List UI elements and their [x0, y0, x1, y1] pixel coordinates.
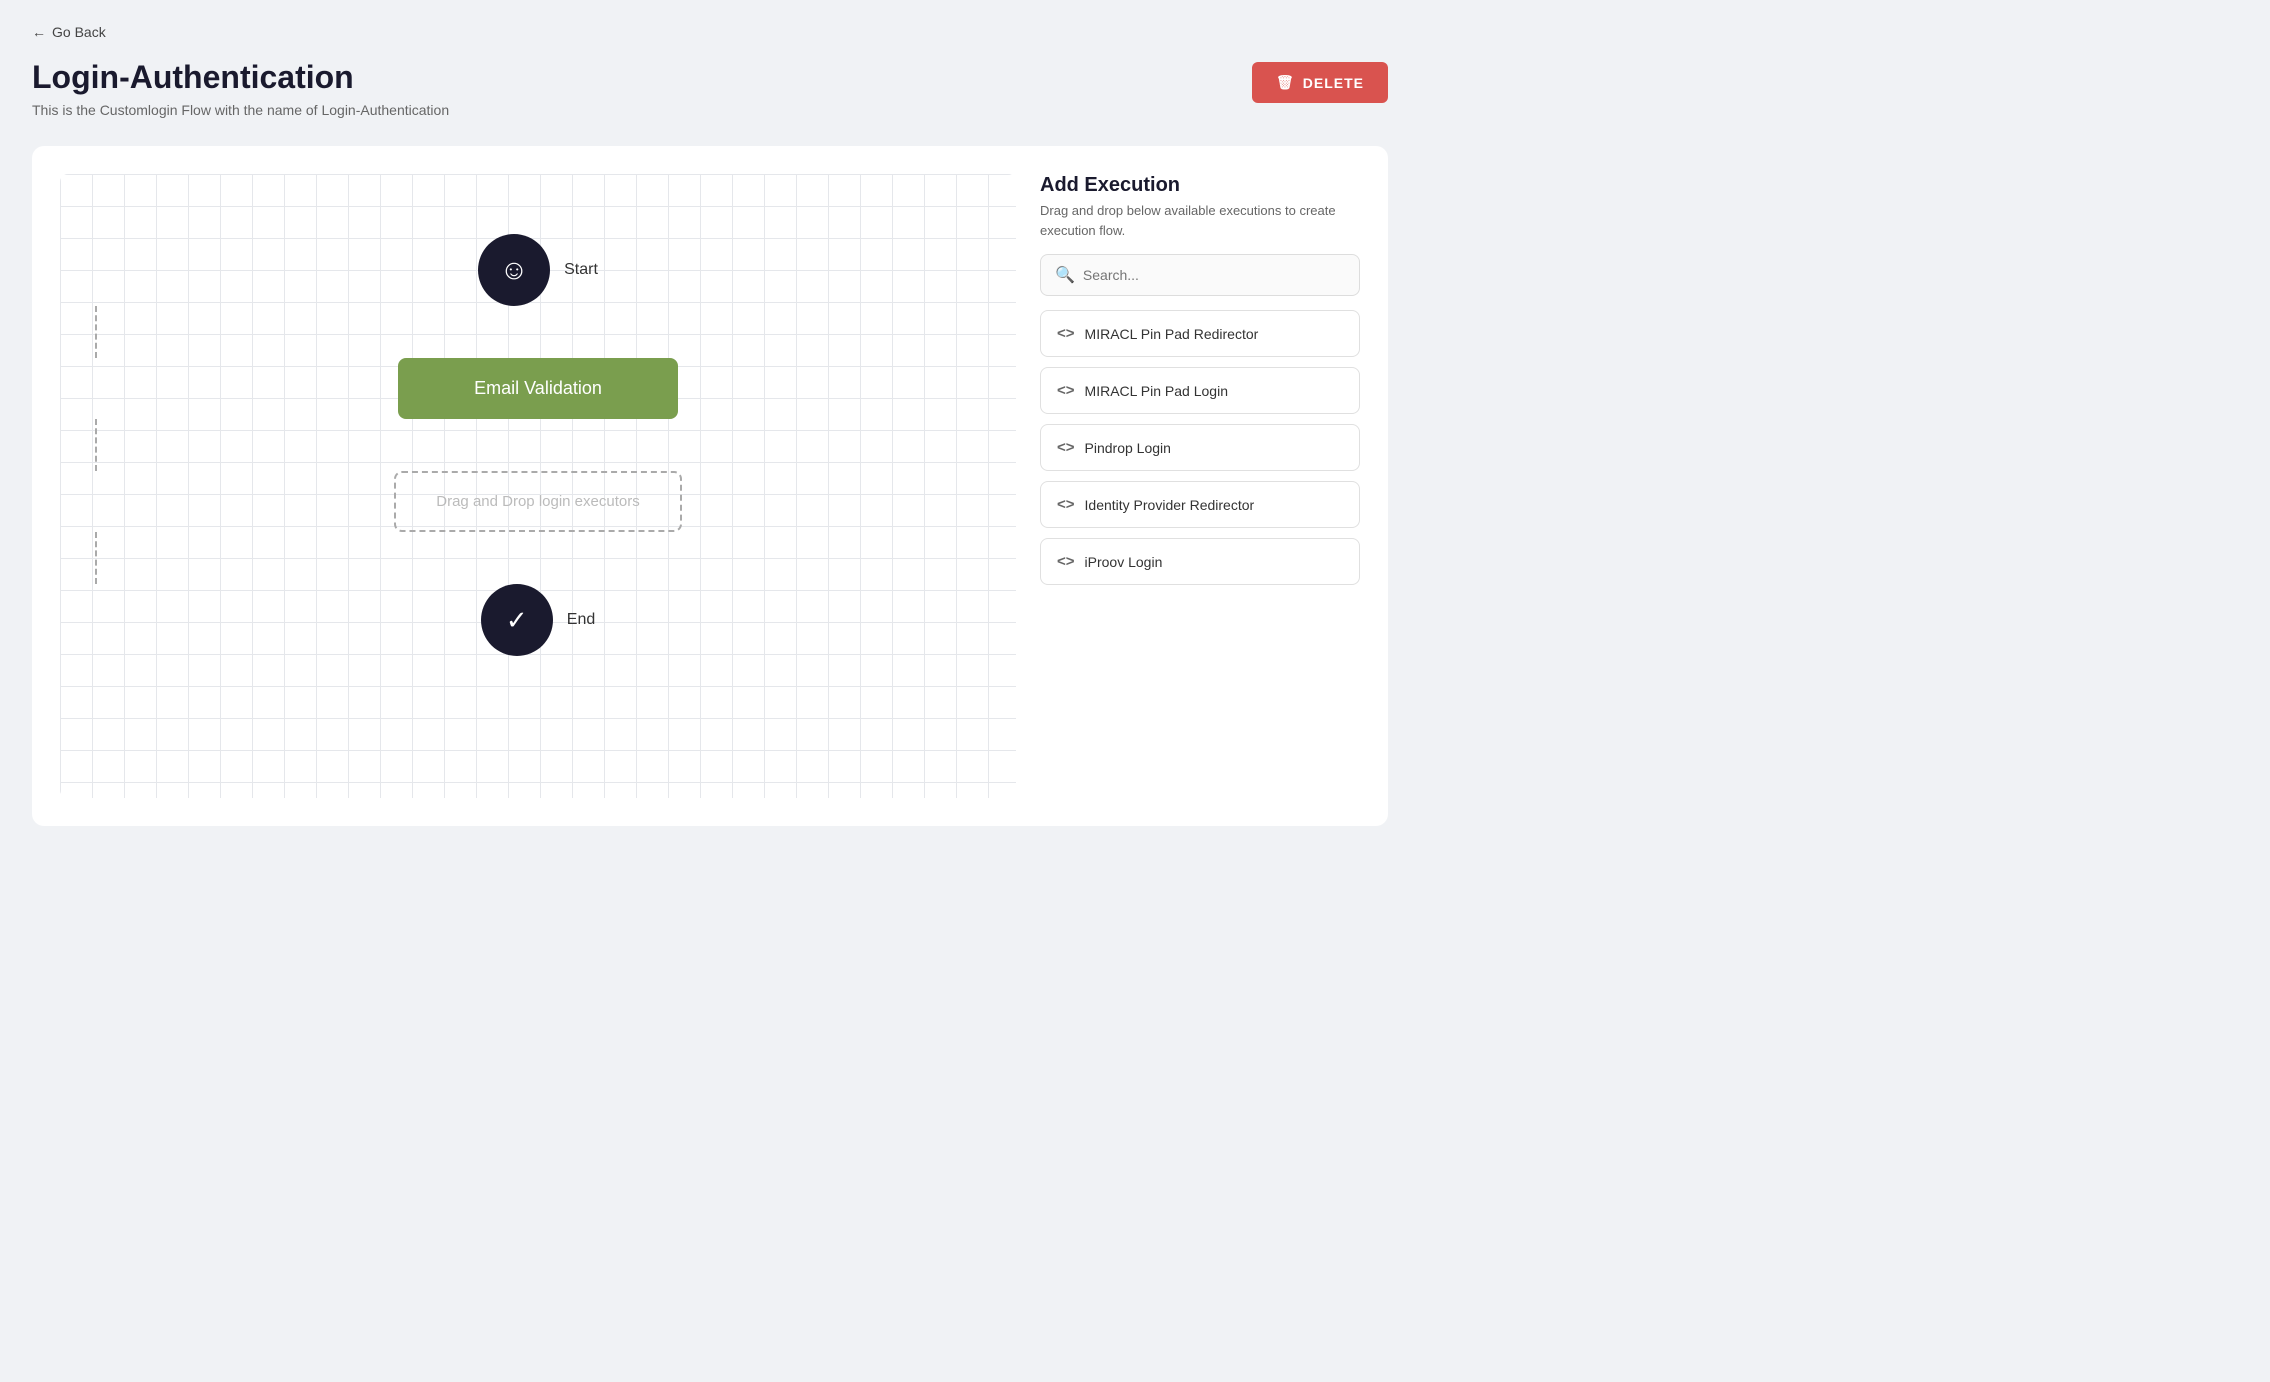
sidebar-panel: Add Execution Drag and drop below availa…	[1040, 174, 1360, 798]
end-label: End	[567, 611, 595, 629]
arrow-left-icon: ←	[32, 24, 46, 40]
search-box[interactable]: 🔍	[1040, 254, 1360, 296]
executor-label: iProov Login	[1085, 554, 1163, 570]
email-validation-label: Email Validation	[474, 378, 602, 398]
code-icon: <>	[1057, 553, 1075, 570]
go-back-button[interactable]: ← Go Back	[32, 24, 106, 40]
executor-item-miracl-pin-pad-redirector[interactable]: <> MIRACL Pin Pad Redirector	[1040, 310, 1360, 357]
email-validation-node: Email Validation	[398, 358, 678, 419]
search-icon: 🔍	[1055, 265, 1075, 285]
executor-label: Pindrop Login	[1085, 440, 1171, 456]
code-icon: <>	[1057, 325, 1075, 342]
page-subtitle: This is the Customlogin Flow with the na…	[32, 102, 449, 118]
connector-3	[95, 532, 97, 584]
executor-label: MIRACL Pin Pad Redirector	[1085, 326, 1259, 342]
delete-label: DELETE	[1303, 75, 1364, 91]
start-node-circle: ☺	[478, 234, 550, 306]
user-icon: ☺	[500, 254, 529, 286]
sidebar-header: Add Execution Drag and drop below availa…	[1040, 174, 1360, 240]
check-icon: ✓	[506, 605, 528, 636]
sidebar-desc: Drag and drop below available executions…	[1040, 201, 1360, 240]
executor-label: MIRACL Pin Pad Login	[1085, 383, 1228, 399]
connector-1	[95, 306, 97, 358]
executor-label: Identity Provider Redirector	[1085, 497, 1255, 513]
sidebar-title: Add Execution	[1040, 174, 1360, 197]
header-row: Login-Authentication This is the Customl…	[32, 58, 1388, 118]
delete-button[interactable]: 🗑 DELETE	[1252, 62, 1388, 103]
code-icon: <>	[1057, 439, 1075, 456]
start-label: Start	[564, 261, 598, 279]
drag-drop-label: Drag and Drop login executors	[436, 493, 639, 510]
end-node: ✓ End	[481, 584, 595, 656]
executor-item-iproov-login[interactable]: <> iProov Login	[1040, 538, 1360, 585]
main-card: ☺ Start Email Validation Dra	[32, 146, 1388, 826]
executor-list: <> MIRACL Pin Pad Redirector <> MIRACL P…	[1040, 310, 1360, 585]
title-block: Login-Authentication This is the Customl…	[32, 58, 449, 118]
trash-icon: 🗑	[1276, 74, 1295, 91]
code-icon: <>	[1057, 496, 1075, 513]
flow-container: ☺ Start Email Validation Dra	[60, 174, 1016, 798]
code-icon: <>	[1057, 382, 1075, 399]
flow-canvas: ☺ Start Email Validation Dra	[60, 174, 1016, 798]
executor-item-identity-provider-redirector[interactable]: <> Identity Provider Redirector	[1040, 481, 1360, 528]
start-node: ☺ Start	[478, 234, 598, 306]
executor-item-pindrop-login[interactable]: <> Pindrop Login	[1040, 424, 1360, 471]
connector-2	[95, 419, 97, 471]
drag-drop-node[interactable]: Drag and Drop login executors	[394, 471, 681, 532]
drag-drop-rect[interactable]: Drag and Drop login executors	[394, 471, 681, 532]
search-input[interactable]	[1083, 267, 1345, 283]
page-title: Login-Authentication	[32, 58, 449, 96]
end-node-circle: ✓	[481, 584, 553, 656]
executor-item-miracl-pin-pad-login[interactable]: <> MIRACL Pin Pad Login	[1040, 367, 1360, 414]
email-validation-rect: Email Validation	[398, 358, 678, 419]
go-back-label: Go Back	[52, 24, 106, 40]
